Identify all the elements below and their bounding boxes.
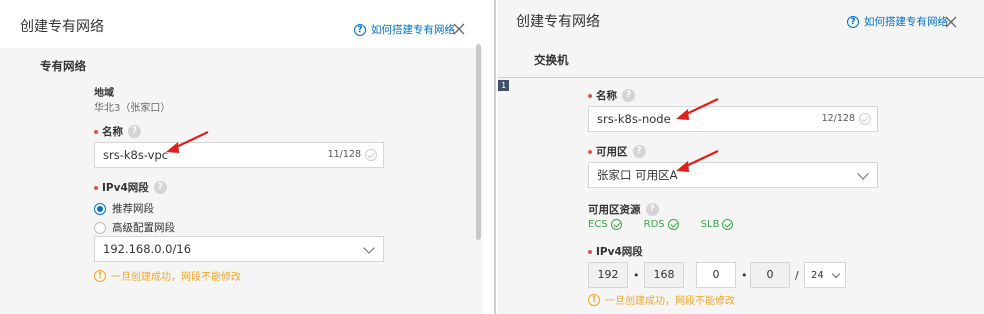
warning-text: 一旦创建成功，网段不能修改 [111, 272, 241, 283]
question-icon[interactable]: ? [153, 181, 167, 194]
required-dot [588, 249, 592, 254]
zone-label-text: 可用区 [596, 146, 628, 158]
warning-text: 一旦创建成功，网段不能修改 [605, 296, 735, 307]
ip-octet-1: 192 [588, 262, 628, 288]
screenshot-divider [494, 0, 496, 314]
dialog-header: 创建专有网络 ? 如何搭建专有网络 [0, 0, 483, 48]
line-number-badge: 1 [498, 80, 509, 91]
ipv4-label-text: IPv4网段 [102, 182, 149, 194]
ip-octet-4: 0 [750, 262, 790, 288]
create-vpc-dialog-left: 创建专有网络 ? 如何搭建专有网络 专有网络 地域 华北3（张家口） 名称 ? … [0, 0, 483, 314]
help-circle-icon: ? [354, 23, 366, 36]
vswitch-name-value: srs-k8s-node [597, 112, 671, 126]
ip-octet-2: 168 [644, 262, 684, 288]
ok-circle-icon [610, 219, 622, 230]
help-circle-icon: ? [847, 15, 859, 28]
question-icon[interactable]: ? [632, 145, 646, 158]
chevron-down-icon [363, 242, 375, 254]
ipv4-label: IPv4网段 [588, 244, 643, 259]
warning-icon: ! [588, 293, 600, 306]
red-arrow-annotation [676, 98, 719, 120]
ok-circle-icon [722, 219, 734, 230]
radio-label: 推荐网段 [112, 203, 154, 215]
name-char-counter: 11/128 [327, 149, 361, 160]
required-dot [588, 149, 592, 154]
section-bar: 交换机 [498, 40, 984, 78]
name-label: 名称 ? [94, 124, 141, 139]
help-link-label: 如何搭建专有网络 [864, 16, 948, 28]
required-dot [94, 129, 98, 134]
cidr-warning: ! 一旦创建成功，网段不能修改 [94, 268, 241, 283]
chevron-down-icon [857, 168, 869, 180]
zone-select[interactable]: 张家口 可用区A [588, 162, 878, 188]
check-circle-icon [365, 149, 377, 161]
radio-unchecked-icon [94, 221, 106, 234]
radio-advanced-cidr[interactable]: 高级配置网段 [94, 220, 175, 235]
name-label-text: 名称 [102, 126, 123, 138]
dialog-title: 创建专有网络 [516, 14, 600, 30]
help-link[interactable]: ? 如何搭建专有网络 [847, 14, 948, 29]
close-icon[interactable] [944, 15, 958, 29]
red-arrow-annotation [166, 131, 209, 153]
name-label-text: 名称 [596, 90, 617, 102]
create-vpc-dialog-right: 创建专有网络 ? 如何搭建专有网络 交换机 1 名称 ? srs-k8s-nod… [498, 0, 984, 314]
section-title: 交换机 [534, 53, 569, 67]
vswitch-name-input[interactable]: srs-k8s-node 12/128 [588, 106, 878, 132]
mask-value: 24 [811, 269, 824, 281]
ip-slash: / [795, 269, 799, 282]
resource-label: ECS [588, 219, 608, 230]
resource-label: SLB [700, 219, 720, 230]
cidr-value: 192.168.0.0/16 [103, 242, 192, 256]
chevron-down-icon [831, 269, 841, 279]
radio-label: 高级配置网段 [112, 222, 175, 234]
ip-dot-separator: • [741, 269, 748, 282]
resource-slb: SLB [701, 219, 734, 230]
required-dot [94, 185, 98, 190]
radio-recommended-cidr[interactable]: 推荐网段 [94, 201, 154, 216]
mask-select[interactable]: 24 [804, 262, 846, 288]
question-icon[interactable]: ? [128, 125, 141, 138]
section-title: 专有网络 [40, 59, 86, 73]
ip-dot-separator: • [633, 269, 640, 282]
ipv4-label-text: IPv4网段 [596, 246, 643, 258]
question-icon[interactable]: ? [622, 89, 635, 102]
region-value: 华北3（张家口） [94, 103, 171, 114]
zone-label: 可用区 ? [588, 144, 646, 159]
name-label: 名称 ? [588, 88, 635, 103]
dialog-body: 专有网络 地域 华北3（张家口） 名称 ? srs-k8s-vpc 11/128… [0, 48, 483, 314]
check-circle-icon [859, 113, 871, 125]
zone-resources-label: 可用区资源 ? [588, 202, 659, 217]
red-arrow-annotation [676, 150, 719, 172]
ok-circle-icon [667, 219, 679, 230]
ip-octet-3[interactable]: 0 [696, 262, 736, 288]
dialog-title: 创建专有网络 [20, 19, 104, 35]
vpc-name-input[interactable]: srs-k8s-vpc 11/128 [94, 142, 384, 168]
vpc-name-value: srs-k8s-vpc [103, 148, 169, 162]
required-dot [588, 93, 592, 98]
zone-resources-label-text: 可用区资源 [588, 204, 641, 216]
cidr-select[interactable]: 192.168.0.0/16 [94, 236, 384, 262]
resource-label: RDS [643, 219, 665, 230]
zone-value: 张家口 可用区A [597, 168, 678, 182]
resource-ecs: ECS [588, 219, 622, 230]
ipv4-label: IPv4网段 ? [94, 180, 167, 195]
cidr-warning: ! 一旦创建成功，网段不能修改 [588, 292, 735, 307]
question-icon[interactable]: ? [645, 203, 659, 216]
screenshot-stage: 创建专有网络 ? 如何搭建专有网络 专有网络 地域 华北3（张家口） 名称 ? … [0, 0, 984, 314]
name-char-counter: 12/128 [821, 113, 855, 124]
warning-icon: ! [94, 269, 106, 282]
resource-rds: RDS [644, 219, 679, 230]
help-link-label: 如何搭建专有网络 [371, 24, 455, 36]
close-icon[interactable] [452, 22, 466, 36]
help-link[interactable]: ? 如何搭建专有网络 [354, 22, 455, 37]
vertical-scrollbar[interactable] [476, 44, 481, 240]
radio-checked-icon [94, 202, 106, 215]
zone-resources: ECS RDS SLB [588, 219, 734, 230]
dialog-header: 创建专有网络 ? 如何搭建专有网络 [498, 0, 984, 40]
region-label: 地域 [94, 88, 114, 99]
